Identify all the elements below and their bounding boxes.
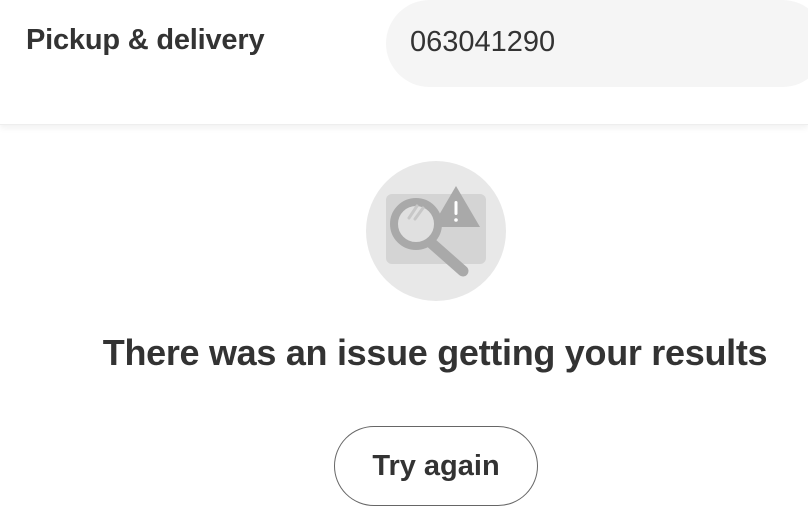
- search-input[interactable]: 063041290: [386, 0, 808, 87]
- search-input-value: 063041290: [410, 26, 556, 58]
- try-again-button[interactable]: Try again: [334, 426, 538, 506]
- header: Pickup & delivery 063041290: [0, 0, 808, 125]
- error-message: There was an issue getting your results: [102, 332, 768, 373]
- search-warning-icon: [366, 161, 506, 301]
- page-title: Pickup & delivery: [26, 24, 265, 56]
